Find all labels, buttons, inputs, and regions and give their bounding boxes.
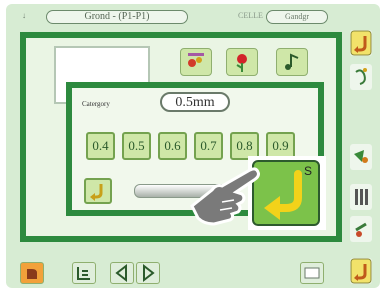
- next-icon: [143, 263, 155, 283]
- option-button[interactable]: 0.6: [158, 132, 187, 160]
- list-icon: [304, 267, 320, 279]
- dialog-back-button[interactable]: [84, 178, 112, 204]
- grid-icon: [77, 267, 90, 280]
- status-label: CELLE: [238, 11, 263, 20]
- return-icon: [350, 258, 372, 284]
- arrow-icon: [354, 150, 368, 163]
- wave-icon: [355, 68, 367, 85]
- home-icon: [27, 269, 37, 279]
- option-button[interactable]: 0.7: [194, 132, 223, 160]
- tool-icon: [355, 189, 368, 205]
- side-button-clip[interactable]: [350, 216, 372, 242]
- bottom-button-list[interactable]: [300, 262, 324, 284]
- side-button-arrow[interactable]: [350, 144, 372, 170]
- window-title: Grond - (P1-P1): [46, 10, 188, 24]
- return-icon: [90, 184, 103, 201]
- return-icon: [350, 30, 372, 56]
- bottom-button-next[interactable]: [136, 262, 160, 284]
- mode-pill[interactable]: Gandgr: [266, 10, 328, 24]
- toolbar-button-plant[interactable]: [226, 48, 258, 76]
- current-value-display: 0.5mm: [160, 92, 230, 112]
- pointing-hand-icon: [186, 162, 268, 228]
- music-note-icon: [285, 53, 299, 70]
- sewing-pattern-icon: [188, 53, 204, 67]
- side-button-wave[interactable]: [350, 64, 372, 90]
- toolbar-button-music[interactable]: [276, 48, 308, 76]
- side-button-tool[interactable]: [350, 184, 372, 210]
- needle-plant-icon: [236, 54, 247, 72]
- bottom-button-home[interactable]: [20, 262, 44, 284]
- clip-icon: [355, 222, 367, 237]
- toolbar-button-pattern[interactable]: [180, 48, 212, 76]
- confirm-superscript: S: [303, 164, 312, 178]
- bottom-button-grid[interactable]: [72, 262, 96, 284]
- option-button[interactable]: 0.4: [86, 132, 115, 160]
- category-label: Catergory: [82, 100, 110, 108]
- side-button-return-top[interactable]: [350, 30, 372, 56]
- corner-label: ↓: [22, 11, 26, 20]
- bottom-button-prev[interactable]: [110, 262, 134, 284]
- side-button-return-bottom[interactable]: [350, 258, 372, 284]
- top-bar: ↓ Grond - (P1-P1) CELLE Gandgr: [16, 10, 328, 24]
- option-button[interactable]: 0.5: [122, 132, 151, 160]
- prev-icon: [115, 263, 127, 283]
